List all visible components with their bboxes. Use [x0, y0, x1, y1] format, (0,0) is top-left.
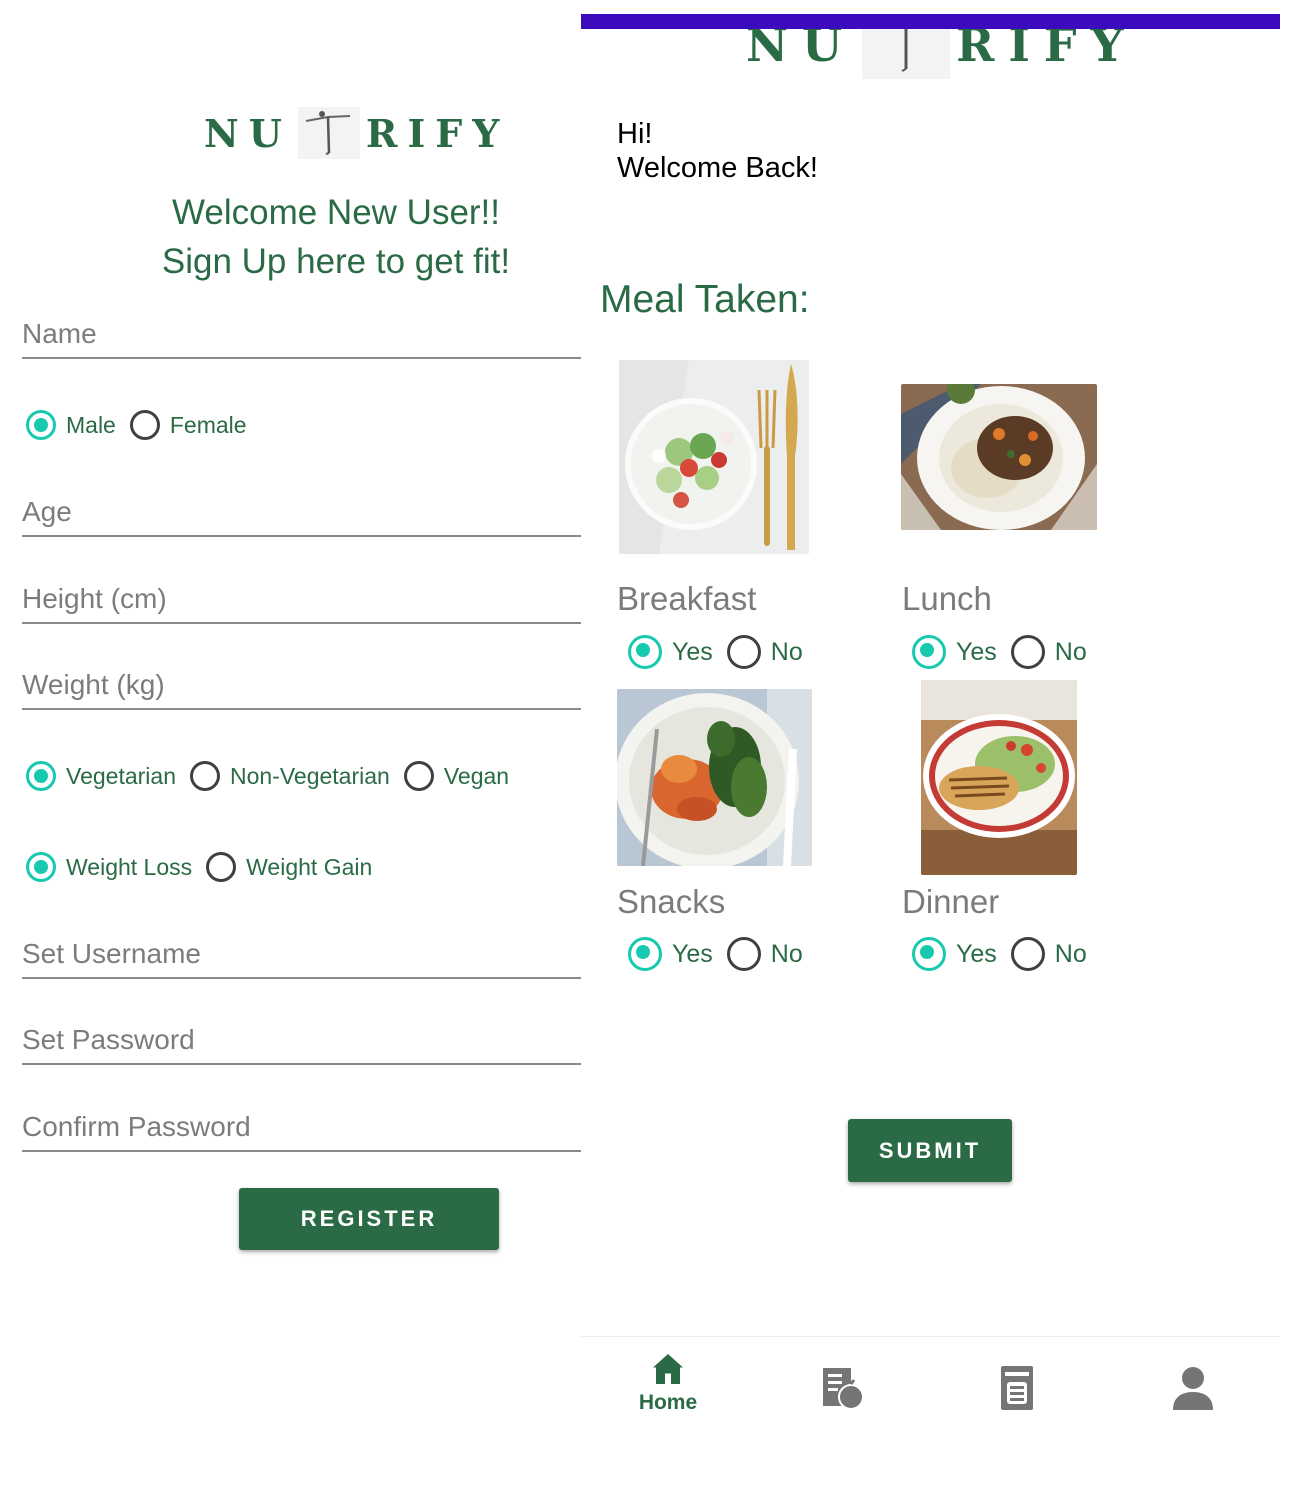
lunch-no-radio[interactable] — [1010, 635, 1045, 669]
lunch-radio-group[interactable]: Yes No — [912, 635, 1101, 669]
breakfast-no-radio[interactable] — [726, 635, 761, 669]
dinner-yes-radio[interactable] — [912, 937, 946, 971]
confirm-password-field-underline — [22, 1150, 581, 1152]
age-field[interactable]: Age — [22, 496, 581, 537]
weight-field-underline — [22, 708, 581, 710]
gender-radio-group[interactable]: Male Female — [26, 410, 261, 440]
dinner-radio-group[interactable]: Yes No — [912, 937, 1101, 971]
nutrify-logo: NU RIFY — [204, 107, 509, 159]
non-vegetarian-radio[interactable] — [189, 761, 220, 791]
weight-field[interactable]: Weight (kg) — [22, 669, 581, 710]
greeting: Hi! Welcome Back! — [617, 118, 818, 184]
lunch-yes-radio[interactable] — [912, 635, 946, 669]
nav-profile[interactable] — [1171, 1364, 1215, 1412]
name-field[interactable]: Name — [22, 318, 581, 359]
register-button[interactable]: REGISTER — [239, 1188, 499, 1250]
breakfast-image — [619, 360, 809, 554]
vegetarian-radio[interactable] — [26, 761, 56, 791]
profile-icon — [1173, 1367, 1213, 1410]
age-field-underline — [22, 535, 581, 537]
nav-diet-plan[interactable] — [819, 1364, 867, 1412]
diet-radio-group[interactable]: Vegetarian Non-Vegetarian Vegan — [26, 761, 523, 791]
dinner-label: Dinner — [902, 883, 1000, 920]
height-field[interactable]: Height (cm) — [22, 583, 581, 624]
snacks-label: Snacks — [617, 883, 726, 920]
breakfast-yes-radio[interactable] — [628, 635, 662, 669]
snacks-yes-radio[interactable] — [628, 937, 662, 971]
bottom-navigation: Home — [581, 1336, 1280, 1467]
submit-button[interactable]: SUBMIT — [848, 1119, 1012, 1182]
status-bar — [581, 14, 1280, 29]
breakfast-radio-group[interactable]: Yes No — [628, 635, 817, 669]
home-logo-clip: NU RIFY — [581, 29, 1280, 79]
goal-radio-group[interactable]: Weight Loss Weight Gain — [26, 852, 386, 882]
password-field-underline — [22, 1063, 581, 1065]
username-field-underline — [22, 977, 581, 979]
vegan-radio[interactable] — [403, 761, 434, 791]
weight-loss-radio[interactable] — [26, 852, 56, 882]
diet-plan-icon — [823, 1368, 864, 1410]
home-icon — [653, 1354, 683, 1384]
yoga-figure-icon — [862, 29, 951, 79]
weight-gain-radio[interactable] — [206, 852, 237, 882]
meal-taken-heading: Meal Taken: — [600, 278, 810, 321]
confirm-password-field[interactable]: Confirm Password — [22, 1111, 581, 1152]
username-field[interactable]: Set Username — [22, 938, 581, 979]
snacks-radio-group[interactable]: Yes No — [628, 937, 817, 971]
male-radio[interactable] — [26, 410, 56, 440]
password-field[interactable]: Set Password — [22, 1024, 581, 1065]
lunch-label: Lunch — [902, 580, 992, 617]
name-field-underline — [22, 357, 581, 359]
snacks-no-radio[interactable] — [726, 937, 761, 971]
yoga-figure-icon — [297, 107, 360, 159]
dinner-no-radio[interactable] — [1010, 937, 1045, 971]
nav-home[interactable]: Home — [631, 1351, 705, 1431]
welcome-text: Welcome New User!! Sign Up here to get f… — [161, 193, 511, 281]
nav-report[interactable] — [997, 1364, 1037, 1412]
female-radio[interactable] — [129, 410, 160, 440]
breakfast-label: Breakfast — [617, 580, 757, 617]
dinner-image — [921, 680, 1077, 875]
snacks-image — [617, 689, 812, 866]
lunch-image — [901, 384, 1097, 530]
home-nutrify-logo: NU RIFY — [746, 29, 1137, 79]
report-icon — [1001, 1366, 1033, 1410]
height-field-underline — [22, 622, 581, 624]
